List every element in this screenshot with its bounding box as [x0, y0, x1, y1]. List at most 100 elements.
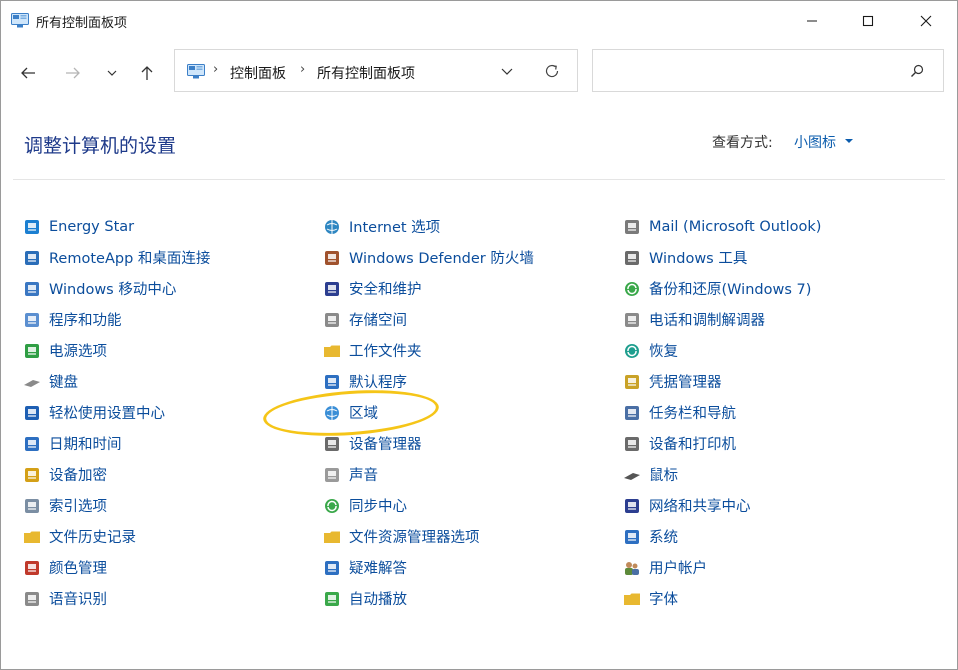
item-label: 键盘 — [49, 375, 78, 391]
arrow-left-icon — [21, 67, 35, 79]
minimize-button[interactable] — [783, 1, 841, 41]
date-time-icon — [25, 436, 39, 451]
control-panel-item[interactable]: 区域 — [323, 397, 623, 428]
mouse-icon — [624, 472, 640, 480]
control-panel-item[interactable]: 系统 — [623, 521, 923, 552]
sync-center-icon — [325, 498, 339, 513]
control-panel-item[interactable]: 网络和共享中心 — [623, 490, 923, 521]
control-panel-item[interactable]: 鼠标 — [623, 459, 923, 490]
storage-spaces-icon — [325, 312, 339, 327]
item-label: Internet 选项 — [349, 220, 441, 236]
item-label: 任务栏和导航 — [649, 406, 736, 422]
item-label: 设备加密 — [49, 468, 107, 484]
control-panel-item[interactable]: 语音识别 — [23, 583, 323, 614]
control-panel-item[interactable]: 设备和打印机 — [623, 428, 923, 459]
recent-locations-button[interactable] — [101, 62, 123, 84]
item-label: 颜色管理 — [49, 561, 107, 577]
item-label: Mail (Microsoft Outlook) — [649, 218, 822, 235]
forward-button[interactable] — [62, 62, 84, 84]
item-label: 自动播放 — [349, 592, 407, 608]
item-label: 恢复 — [649, 344, 678, 360]
control-panel-item[interactable]: 工作文件夹 — [323, 335, 623, 366]
control-panel-item[interactable]: 程序和功能 — [23, 304, 323, 335]
address-bar[interactable]: › 控制面板 › 所有控制面板项 — [174, 49, 578, 92]
item-label: 疑难解答 — [349, 561, 407, 577]
item-label: 设备和打印机 — [649, 437, 736, 453]
item-label: 鼠标 — [649, 468, 678, 484]
control-panel-item[interactable]: Mail (Microsoft Outlook) — [623, 211, 923, 242]
item-label: 声音 — [349, 468, 378, 484]
control-panel-item[interactable]: Internet 选项 — [323, 211, 623, 242]
control-panel-item[interactable]: Windows 移动中心 — [23, 273, 323, 304]
control-panel-item[interactable]: 设备管理器 — [323, 428, 623, 459]
control-panel-item[interactable]: 用户帐户 — [623, 552, 923, 583]
title-bar[interactable]: 所有控制面板项 — [1, 1, 957, 41]
control-panel-item[interactable]: 默认程序 — [323, 366, 623, 397]
caret-down-icon[interactable] — [845, 139, 853, 143]
refresh-icon[interactable] — [543, 62, 561, 80]
control-panel-item[interactable]: Windows 工具 — [623, 242, 923, 273]
control-panel-item[interactable]: 备份和还原(Windows 7) — [623, 273, 923, 304]
item-label: 文件历史记录 — [49, 530, 136, 546]
indexing-options-icon — [25, 498, 39, 513]
control-panel-item[interactable]: 文件历史记录 — [23, 521, 323, 552]
backup-restore-icon — [625, 281, 639, 296]
item-label: 程序和功能 — [49, 313, 122, 329]
windows-tools-icon — [625, 250, 639, 265]
item-label: 凭据管理器 — [649, 375, 722, 391]
control-panel-item[interactable]: 设备加密 — [23, 459, 323, 490]
item-label: 设备管理器 — [349, 437, 422, 453]
network-sharing-icon — [625, 498, 639, 513]
close-button[interactable] — [897, 1, 955, 41]
control-panel-item[interactable]: Energy Star — [23, 211, 323, 242]
control-panel-item[interactable]: 疑难解答 — [323, 552, 623, 583]
control-panel-item[interactable]: 轻松使用设置中心 — [23, 397, 323, 428]
control-panel-item[interactable]: 自动播放 — [323, 583, 623, 614]
system-icon — [625, 529, 639, 544]
control-panel-item[interactable]: 安全和维护 — [323, 273, 623, 304]
devices-printers-icon — [625, 436, 639, 451]
arrow-up-icon — [141, 66, 153, 80]
control-panel-item[interactable]: 任务栏和导航 — [623, 397, 923, 428]
device-manager-icon — [325, 436, 339, 451]
chevron-down-icon[interactable] — [499, 63, 515, 79]
control-panel-item[interactable]: 电源选项 — [23, 335, 323, 366]
control-panel-item[interactable]: Windows Defender 防火墙 — [323, 242, 623, 273]
control-panel-item[interactable]: 同步中心 — [323, 490, 623, 521]
energy-star-icon — [25, 219, 39, 234]
breadcrumb-all-items[interactable]: 所有控制面板项 — [317, 63, 415, 83]
breadcrumb-control-panel[interactable]: 控制面板 — [230, 63, 286, 83]
control-panel-item[interactable]: 恢复 — [623, 335, 923, 366]
item-label: 工作文件夹 — [349, 344, 422, 360]
user-accounts-icon — [625, 561, 639, 575]
item-label: 默认程序 — [349, 375, 407, 391]
control-panel-item[interactable]: RemoteApp 和桌面连接 — [23, 242, 323, 273]
control-panel-item[interactable]: 凭据管理器 — [623, 366, 923, 397]
control-panel-item[interactable]: 存储空间 — [323, 304, 623, 335]
item-label: 文件资源管理器选项 — [349, 530, 480, 546]
maximize-button[interactable] — [839, 1, 897, 41]
remoteapp-icon — [25, 250, 39, 265]
control-panel-item[interactable]: 日期和时间 — [23, 428, 323, 459]
control-panel-item[interactable]: 电话和调制解调器 — [623, 304, 923, 335]
back-button[interactable] — [17, 62, 39, 84]
control-panel-item[interactable]: 键盘 — [23, 366, 323, 397]
control-panel-item[interactable]: 字体 — [623, 583, 923, 614]
control-panel-item[interactable]: 颜色管理 — [23, 552, 323, 583]
items-column-2: Internet 选项 Windows Defender 防火墙 安全和维护 存储空间… — [323, 211, 623, 614]
window-title: 所有控制面板项 — [36, 16, 128, 31]
control-panel-item[interactable]: 索引选项 — [23, 490, 323, 521]
navigation-bar: › 控制面板 › 所有控制面板项 — [1, 49, 957, 95]
troubleshooting-icon — [325, 560, 339, 575]
search-input[interactable] — [592, 49, 944, 92]
view-by-dropdown[interactable]: 小图标 — [794, 132, 836, 152]
up-button[interactable] — [136, 62, 158, 84]
control-panel-item[interactable]: 声音 — [323, 459, 623, 490]
control-panel-item[interactable]: 文件资源管理器选项 — [323, 521, 623, 552]
breadcrumb-separator: › — [213, 62, 219, 77]
item-label: 同步中心 — [349, 499, 407, 515]
taskbar-icon — [625, 405, 639, 420]
item-label: Windows 移动中心 — [49, 282, 177, 298]
explorer-options-icon — [324, 531, 340, 543]
item-label: 区域 — [349, 406, 378, 422]
